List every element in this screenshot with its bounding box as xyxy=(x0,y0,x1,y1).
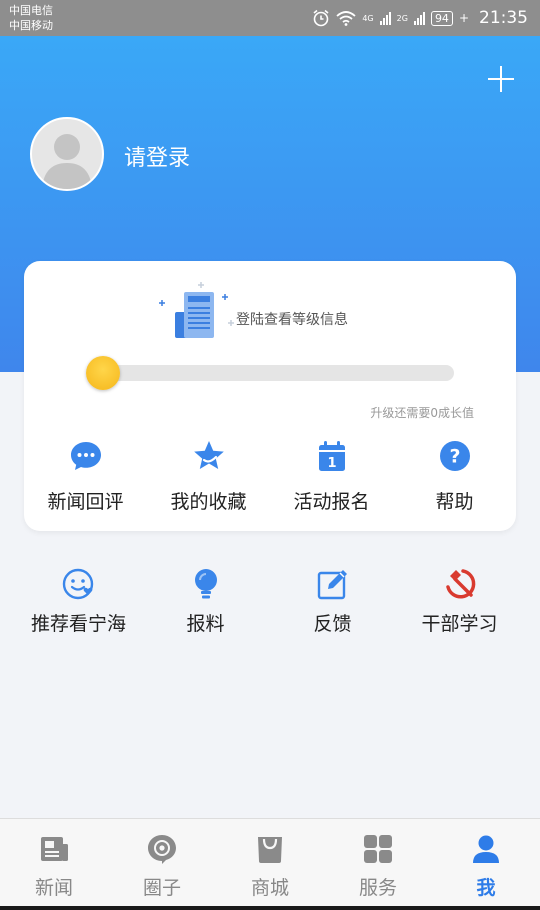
battery-icon: 94 xyxy=(430,10,453,26)
menu-label: 帮助 xyxy=(435,491,474,513)
menu-feedback[interactable]: 反馈 xyxy=(269,567,396,636)
menu-label: 反馈 xyxy=(313,613,352,635)
carrier-2: 中国移动 xyxy=(9,19,53,32)
level-progress-knob xyxy=(86,356,120,390)
alarm-icon xyxy=(313,9,329,27)
network-type-1: 4G xyxy=(362,13,374,23)
news-icon xyxy=(41,837,68,861)
signal-icon-1 xyxy=(379,11,391,25)
menu-label: 活动报名 xyxy=(293,491,370,513)
person-icon xyxy=(473,835,499,863)
network-type-2: 2G xyxy=(396,13,408,23)
nav-me[interactable]: 我 xyxy=(432,819,540,910)
menu-news-comments[interactable]: 新闻回评 xyxy=(24,439,147,514)
smile-heart-icon xyxy=(62,568,93,600)
carrier-1: 中国电信 xyxy=(9,4,53,17)
help-icon: ? xyxy=(439,441,470,471)
menu-help[interactable]: ? 帮助 xyxy=(393,439,516,514)
menu-label: 报料 xyxy=(186,613,225,635)
edit-icon xyxy=(317,570,347,600)
nav-news[interactable]: 新闻 xyxy=(0,819,108,910)
level-progress-bar xyxy=(88,365,454,381)
nav-label: 我 xyxy=(476,877,496,899)
nav-label: 商城 xyxy=(250,877,289,899)
nav-label: 新闻 xyxy=(34,877,73,899)
nav-services[interactable]: 服务 xyxy=(324,819,432,910)
status-bar: 中国电信 中国移动 4G 2G 94 + 21:35 xyxy=(0,0,540,36)
nav-label: 服务 xyxy=(358,877,397,899)
menu-label: 新闻回评 xyxy=(47,491,124,513)
comment-icon xyxy=(70,442,101,470)
status-icons: 4G 2G 94 + 21:35 xyxy=(312,8,528,28)
lightbulb-icon xyxy=(194,569,217,599)
menu-label: 我的收藏 xyxy=(170,491,247,513)
menu-recommend-ninghai[interactable]: 推荐看宁海 xyxy=(15,567,142,636)
svg-text:1: 1 xyxy=(327,456,336,471)
newspaper-icon xyxy=(159,282,234,338)
nav-mall[interactable]: 商城 xyxy=(216,819,324,910)
menu-cadre-study[interactable]: 干部学习 xyxy=(396,567,523,636)
grid-icon xyxy=(364,835,392,863)
menu-label: 干部学习 xyxy=(421,613,498,635)
circle-icon xyxy=(148,835,176,864)
star-icon xyxy=(193,441,224,469)
nav-label: 圈子 xyxy=(142,877,181,899)
menu-tip-off[interactable]: 报料 xyxy=(142,567,269,636)
upgrade-hint: 升级还需要0成长值 xyxy=(370,406,474,420)
add-button[interactable] xyxy=(486,64,516,94)
hammer-sickle-icon xyxy=(445,569,475,599)
calendar-icon: 1 xyxy=(318,441,345,471)
charging-icon: + xyxy=(458,11,469,25)
menu-label: 推荐看宁海 xyxy=(30,613,126,635)
shopping-bag-icon xyxy=(258,837,282,863)
level-card: 登陆查看等级信息 升级还需要0成长值 新闻回评 我的收藏 1 活动报名 ? 帮助 xyxy=(24,261,516,531)
nav-circle[interactable]: 圈子 xyxy=(108,819,216,910)
signal-icon-2 xyxy=(413,11,425,25)
clock: 21:35 xyxy=(479,8,528,28)
system-nav-bar xyxy=(0,906,540,910)
avatar[interactable] xyxy=(30,117,104,191)
svg-text:?: ? xyxy=(449,446,460,468)
wifi-icon xyxy=(336,11,356,26)
service-actions: 推荐看宁海 报料 反馈 干部学习 xyxy=(15,567,523,636)
carrier-info: 中国电信 中国移动 xyxy=(9,3,53,33)
level-info-text: 登陆查看等级信息 xyxy=(236,312,348,328)
login-link[interactable]: 请登录 xyxy=(124,140,190,172)
menu-event-signup[interactable]: 1 活动报名 xyxy=(270,439,393,514)
quick-actions: 新闻回评 我的收藏 1 活动报名 ? 帮助 xyxy=(24,439,516,514)
menu-favorites[interactable]: 我的收藏 xyxy=(147,439,270,514)
default-avatar-icon xyxy=(42,134,92,189)
bottom-nav: 新闻 圈子 商城 服务 我 xyxy=(0,818,540,910)
